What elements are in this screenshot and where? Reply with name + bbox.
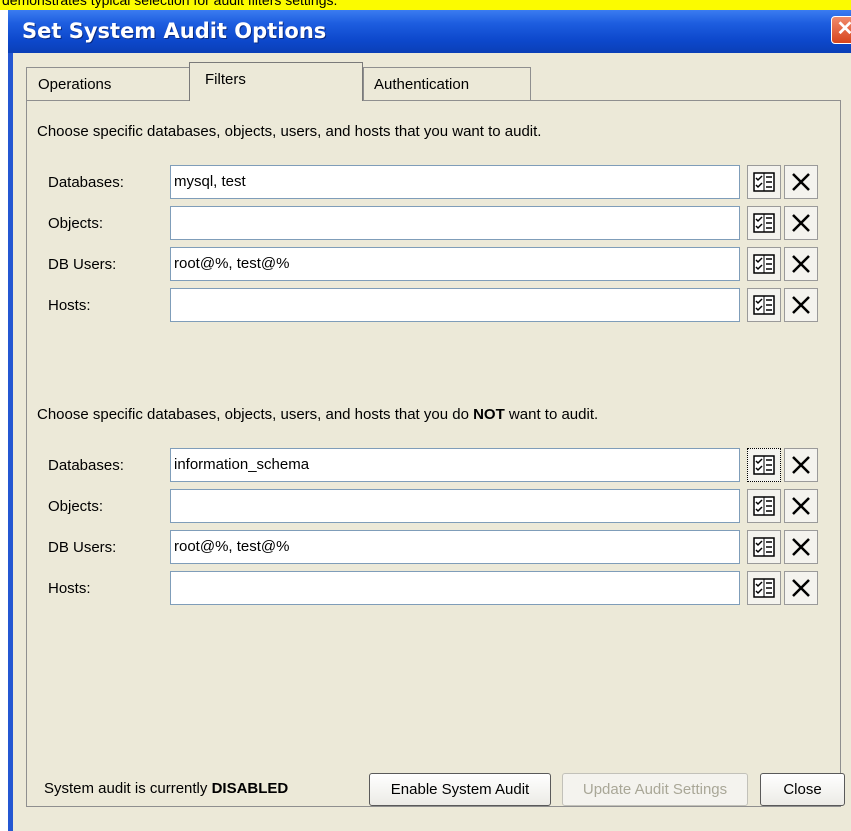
checklist-icon xyxy=(753,254,775,274)
clear-x-icon xyxy=(792,173,810,191)
caption-banner: demonstrates typical selection for audit… xyxy=(0,0,851,10)
tab-filters[interactable]: Filters xyxy=(189,62,363,101)
exclude-intro-before: Choose specific databases, objects, user… xyxy=(37,406,474,423)
audit-status: System audit is currently DISABLED xyxy=(44,780,288,797)
clear-x-icon xyxy=(792,296,810,314)
checklist-icon xyxy=(753,455,775,475)
include-objects-label: Objects: xyxy=(48,215,104,232)
include-objects-select-button[interactable] xyxy=(747,206,781,240)
dialog-title: Set System Audit Options xyxy=(22,19,327,43)
audit-status-value: DISABLED xyxy=(211,780,289,797)
checklist-icon xyxy=(753,578,775,598)
include-databases-field[interactable]: mysql, test xyxy=(170,165,740,199)
include-databases-clear-button[interactable] xyxy=(784,165,818,199)
exclude-hosts-clear-button[interactable] xyxy=(784,571,818,605)
clear-x-icon xyxy=(792,538,810,556)
include-dbusers-label: DB Users: xyxy=(48,256,117,273)
clear-x-icon xyxy=(792,255,810,273)
title-close-button[interactable]: ✕ xyxy=(831,16,851,44)
exclude-databases-select-button[interactable] xyxy=(747,448,781,482)
checklist-icon xyxy=(753,213,775,233)
exclude-dbusers-clear-button[interactable] xyxy=(784,530,818,564)
exclude-intro-emphasis: NOT xyxy=(473,406,505,423)
close-button[interactable]: Close xyxy=(760,773,845,806)
enable-system-audit-button[interactable]: Enable System Audit xyxy=(369,773,551,806)
exclude-intro-after: want to audit. xyxy=(504,406,599,423)
tab-authentication[interactable]: Authentication xyxy=(363,67,531,101)
exclude-objects-field[interactable] xyxy=(170,489,740,523)
tab-operations[interactable]: Operations xyxy=(26,67,202,101)
title-bar[interactable]: Set System Audit Options ✕ xyxy=(8,10,851,53)
tab-label: Operations xyxy=(38,76,112,93)
caption-text: demonstrates typical selection for audit… xyxy=(2,0,338,8)
exclude-dbusers-field[interactable]: root@%, test@% xyxy=(170,530,740,564)
exclude-objects-clear-button[interactable] xyxy=(784,489,818,523)
exclude-hosts-select-button[interactable] xyxy=(747,571,781,605)
clear-x-icon xyxy=(792,214,810,232)
tab-label: Filters xyxy=(205,71,246,88)
include-databases-select-button[interactable] xyxy=(747,165,781,199)
clear-x-icon xyxy=(792,456,810,474)
exclude-dbusers-select-button[interactable] xyxy=(747,530,781,564)
include-hosts-clear-button[interactable] xyxy=(784,288,818,322)
include-dbusers-field[interactable]: root@%, test@% xyxy=(170,247,740,281)
exclude-hosts-label: Hosts: xyxy=(48,580,91,597)
dialog-client: Operations Filters Authentication Choose… xyxy=(13,53,851,831)
include-dbusers-clear-button[interactable] xyxy=(784,247,818,281)
dialog-window: Set System Audit Options ✕ Operations Fi… xyxy=(8,10,851,831)
include-dbusers-select-button[interactable] xyxy=(747,247,781,281)
exclude-dbusers-label: DB Users: xyxy=(48,539,117,556)
clear-x-icon xyxy=(792,497,810,515)
include-objects-clear-button[interactable] xyxy=(784,206,818,240)
include-databases-label: Databases: xyxy=(48,174,124,191)
update-audit-settings-button[interactable]: Update Audit Settings xyxy=(562,773,748,806)
filters-panel: Choose specific databases, objects, user… xyxy=(26,100,841,807)
exclude-databases-clear-button[interactable] xyxy=(784,448,818,482)
exclude-intro: Choose specific databases, objects, user… xyxy=(37,406,598,423)
include-hosts-label: Hosts: xyxy=(48,297,91,314)
exclude-databases-field[interactable]: information_schema xyxy=(170,448,740,482)
checklist-icon xyxy=(753,537,775,557)
tab-label: Authentication xyxy=(374,76,470,93)
checklist-icon xyxy=(753,172,775,192)
include-intro: Choose specific databases, objects, user… xyxy=(37,123,542,140)
exclude-objects-label: Objects: xyxy=(48,498,104,515)
exclude-hosts-field[interactable] xyxy=(170,571,740,605)
include-hosts-select-button[interactable] xyxy=(747,288,781,322)
audit-status-prefix: System audit is currently xyxy=(44,780,212,797)
include-objects-field[interactable] xyxy=(170,206,740,240)
exclude-objects-select-button[interactable] xyxy=(747,489,781,523)
checklist-icon xyxy=(753,496,775,516)
close-icon: ✕ xyxy=(836,18,851,40)
exclude-databases-label: Databases: xyxy=(48,457,124,474)
clear-x-icon xyxy=(792,579,810,597)
checklist-icon xyxy=(753,295,775,315)
include-hosts-field[interactable] xyxy=(170,288,740,322)
